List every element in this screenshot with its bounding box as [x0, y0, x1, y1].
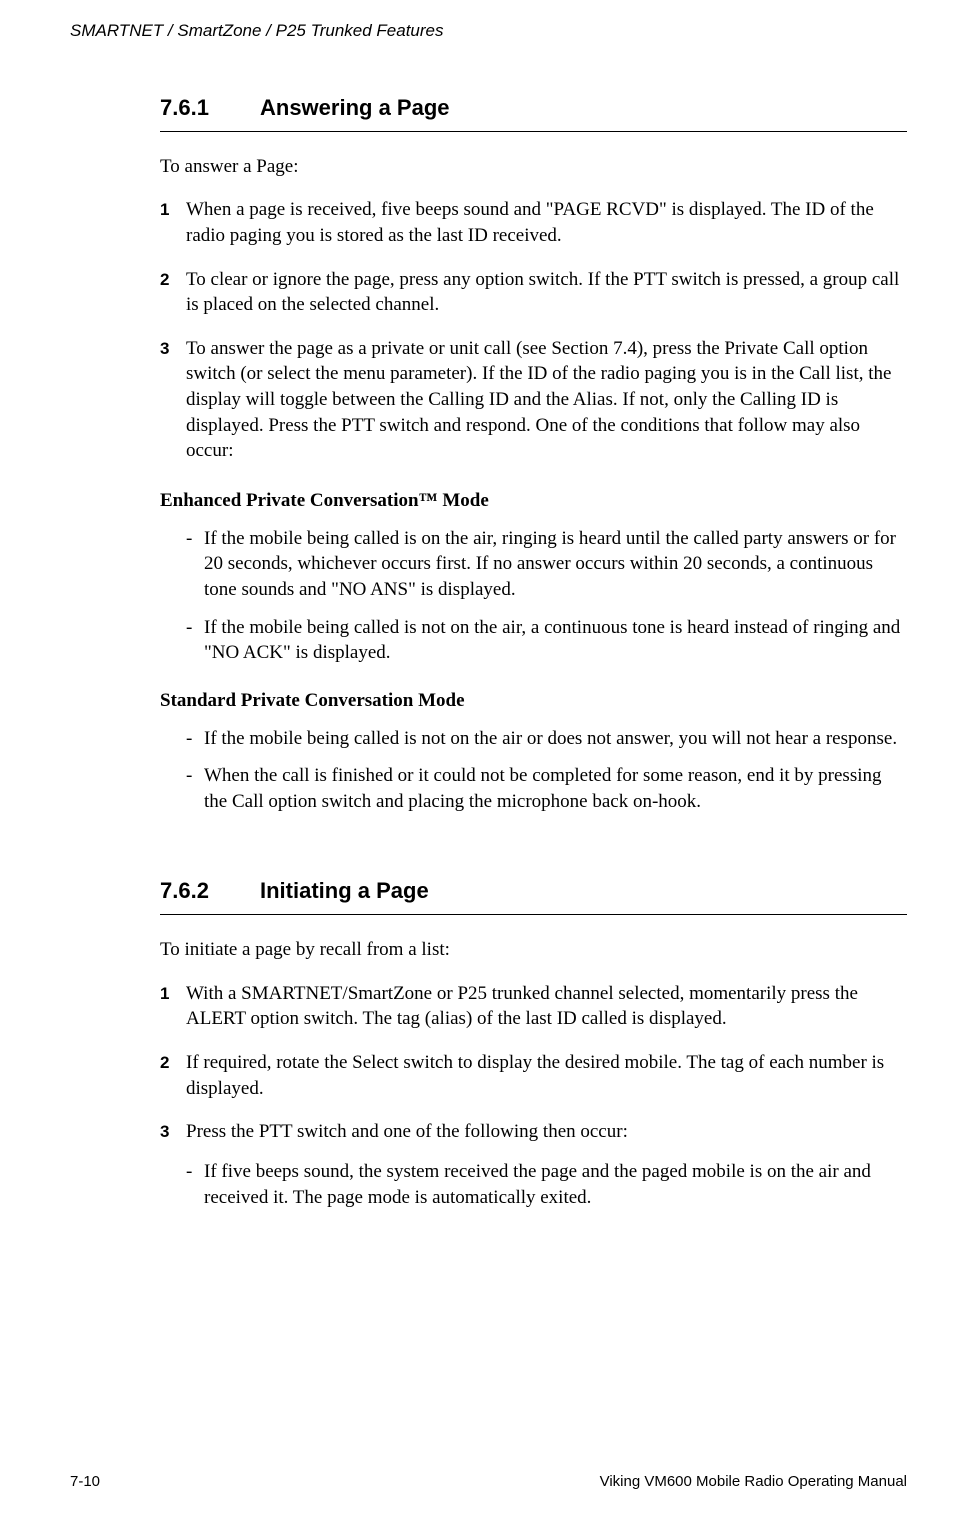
section-heading-761: 7.6.1Answering a Page	[160, 93, 907, 123]
list-text: If five beeps sound, the system received…	[204, 1159, 907, 1210]
step-item: 2 To clear or ignore the page, press any…	[160, 267, 907, 318]
section1-intro: To answer a Page:	[160, 154, 907, 180]
step-item: 1 When a page is received, five beeps so…	[160, 197, 907, 248]
list-item: - If the mobile being called is not on t…	[160, 726, 907, 752]
section-rule	[160, 131, 907, 132]
step-item: 2 If required, rotate the Select switch …	[160, 1050, 907, 1101]
list-text: If the mobile being called is not on the…	[204, 615, 907, 666]
list-text: If the mobile being called is not on the…	[204, 726, 907, 752]
list-item: - If the mobile being called is not on t…	[160, 615, 907, 666]
chapter-breadcrumb: SMARTNET / SmartZone / P25 Trunked Featu…	[70, 20, 907, 43]
section1-steps: 1 When a page is received, five beeps so…	[160, 197, 907, 464]
step-marker: 1	[160, 981, 186, 1006]
section-number: 7.6.1	[160, 93, 260, 123]
subheading-enhanced: Enhanced Private Conversation™ Mode	[160, 488, 907, 514]
step-text: If required, rotate the Select switch to…	[186, 1050, 907, 1101]
doc-title: Viking VM600 Mobile Radio Operating Manu…	[600, 1472, 907, 1492]
step-text: When a page is received, five beeps soun…	[186, 197, 907, 248]
list-text: When the call is finished or it could no…	[204, 763, 907, 814]
standard-list: - If the mobile being called is not on t…	[160, 726, 907, 815]
dash-marker: -	[186, 615, 204, 641]
step-text: To clear or ignore the page, press any o…	[186, 267, 907, 318]
dash-marker: -	[186, 1159, 204, 1185]
step-marker: 2	[160, 267, 186, 292]
step-marker: 3	[160, 336, 186, 361]
section-title: Initiating a Page	[260, 878, 429, 903]
list-text: If the mobile being called is on the air…	[204, 526, 907, 603]
dash-marker: -	[186, 726, 204, 752]
step-item: 3 Press the PTT switch and one of the fo…	[160, 1119, 907, 1145]
enhanced-list: - If the mobile being called is on the a…	[160, 526, 907, 666]
page-number: 7-10	[70, 1472, 100, 1492]
step-text: To answer the page as a private or unit …	[186, 336, 907, 464]
section2-intro: To initiate a page by recall from a list…	[160, 937, 907, 963]
step-marker: 1	[160, 197, 186, 222]
page-content: 7.6.1Answering a Page To answer a Page: …	[160, 93, 907, 1210]
subheading-standard: Standard Private Conversation Mode	[160, 688, 907, 714]
step-marker: 3	[160, 1119, 186, 1144]
list-item: - If the mobile being called is on the a…	[160, 526, 907, 603]
page-footer: 7-10 Viking VM600 Mobile Radio Operating…	[70, 1472, 907, 1492]
section2-steps: 1 With a SMARTNET/SmartZone or P25 trunk…	[160, 981, 907, 1145]
section2-sublist: - If five beeps sound, the system receiv…	[160, 1159, 907, 1210]
dash-marker: -	[186, 526, 204, 552]
dash-marker: -	[186, 763, 204, 789]
section-title: Answering a Page	[260, 95, 450, 120]
list-item: - If five beeps sound, the system receiv…	[160, 1159, 907, 1210]
step-text: With a SMARTNET/SmartZone or P25 trunked…	[186, 981, 907, 1032]
step-marker: 2	[160, 1050, 186, 1075]
step-text: Press the PTT switch and one of the foll…	[186, 1119, 907, 1145]
step-item: 3 To answer the page as a private or uni…	[160, 336, 907, 464]
section-number: 7.6.2	[160, 876, 260, 906]
section-heading-762: 7.6.2Initiating a Page	[160, 876, 907, 906]
section-rule	[160, 914, 907, 915]
list-item: - When the call is finished or it could …	[160, 763, 907, 814]
step-item: 1 With a SMARTNET/SmartZone or P25 trunk…	[160, 981, 907, 1032]
